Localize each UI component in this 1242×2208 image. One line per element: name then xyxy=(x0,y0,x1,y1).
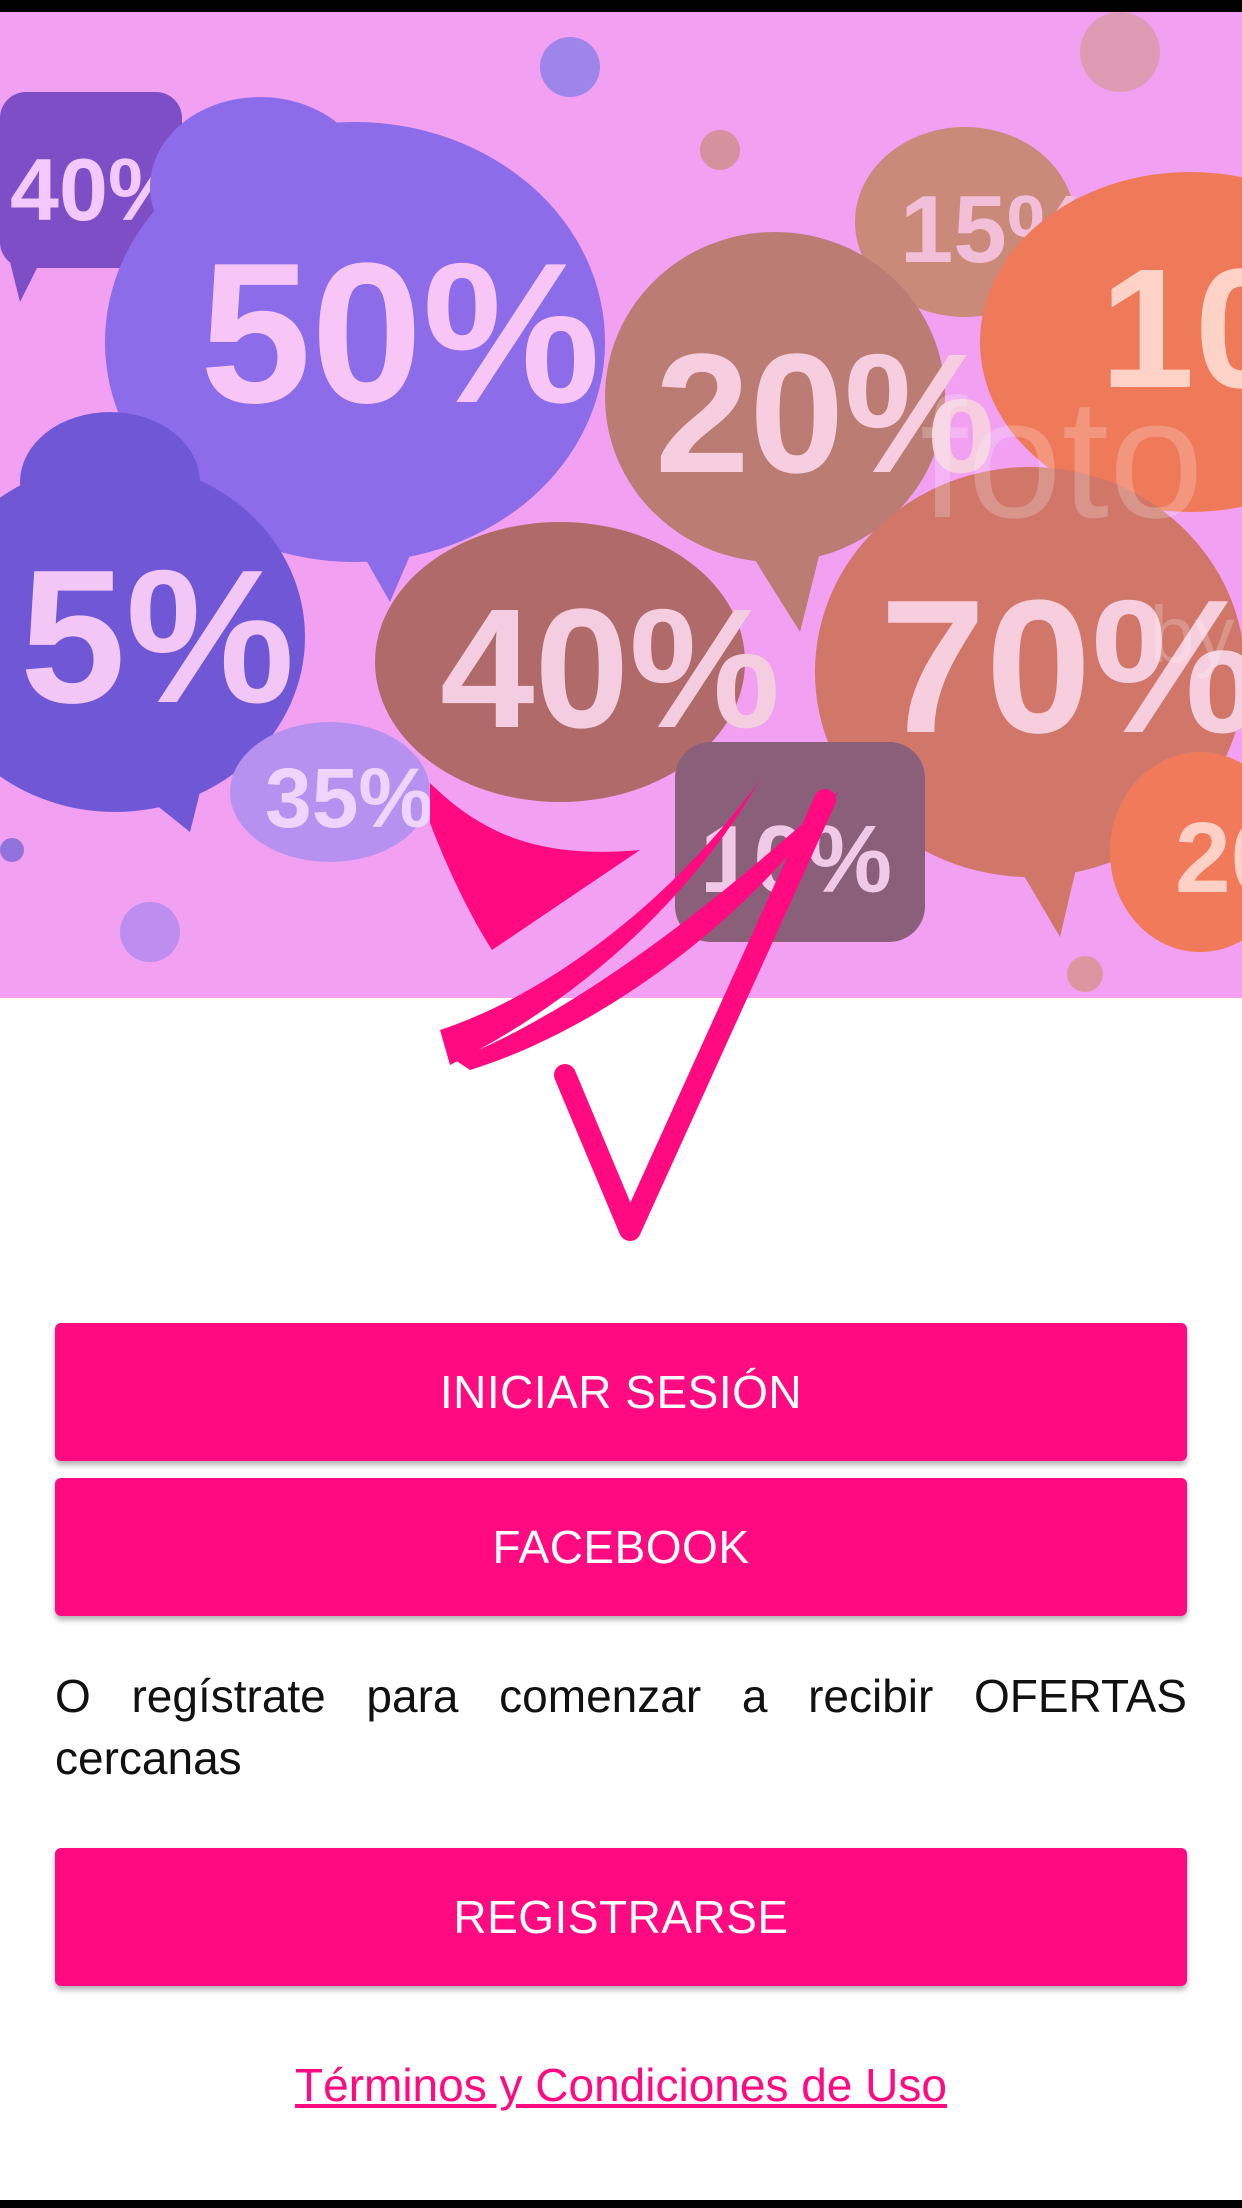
watermark-by-text: by xyxy=(1150,590,1235,679)
percent-label: 35% xyxy=(265,751,433,845)
watermark-text: foto xyxy=(920,364,1204,554)
register-prompt-text: O regístrate para comenzar a recibir OFE… xyxy=(55,1670,1187,1784)
status-bar xyxy=(0,0,1242,12)
facebook-login-button[interactable]: FACEBOOK xyxy=(55,1478,1187,1616)
percent-label: 50% xyxy=(200,222,600,445)
percent-label: 5% xyxy=(20,531,295,743)
register-button[interactable]: REGISTRARSE xyxy=(55,1848,1187,1986)
percent-label: 40% xyxy=(440,574,780,764)
login-button[interactable]: INICIAR SESIÓN xyxy=(55,1323,1187,1461)
percent-label: 20 xyxy=(1175,802,1242,914)
terms-link[interactable]: Términos y Condiciones de Uso xyxy=(0,2058,1242,2112)
brand-logo xyxy=(430,780,840,1241)
navigation-bar xyxy=(0,2200,1242,2208)
